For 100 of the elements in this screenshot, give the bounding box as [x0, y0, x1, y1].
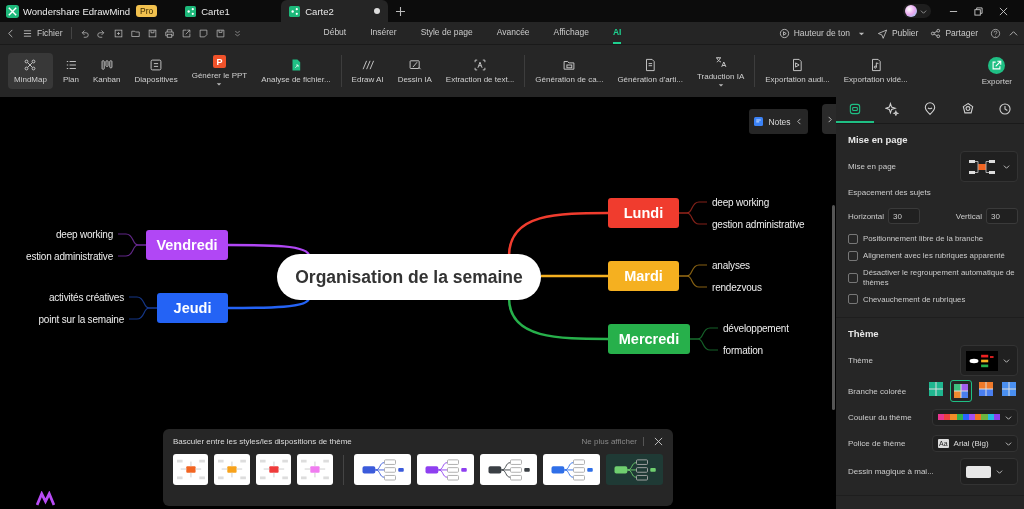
subtopic[interactable]: gestion administrative: [712, 218, 805, 230]
subtopic[interactable]: estion administrative: [26, 250, 113, 262]
branch-color-option[interactable]: [927, 380, 945, 399]
branch-color-option[interactable]: [1000, 380, 1018, 399]
ribbon-button[interactable]: MindMap: [8, 53, 53, 89]
number-field[interactable]: 30: [888, 208, 920, 224]
save-as-icon[interactable]: [215, 28, 225, 38]
ribbon-button[interactable]: Diapositives: [130, 50, 182, 92]
notes-button[interactable]: Notes: [749, 109, 808, 134]
theme-thumbnail[interactable]: [297, 454, 333, 485]
caret-icon: [1005, 439, 1012, 447]
undo-icon[interactable]: [79, 28, 89, 38]
branch-color-option[interactable]: [977, 380, 995, 399]
magic-drawing-dropdown[interactable]: [960, 458, 1018, 486]
help-icon[interactable]: [990, 27, 1001, 39]
file-menu[interactable]: Fichier: [37, 28, 63, 38]
scrollbar[interactable]: [832, 205, 835, 410]
ribbon-button[interactable]: Exportation audi...: [761, 50, 834, 92]
theme-thumbnail[interactable]: [353, 454, 411, 485]
toolbar-action[interactable]: Hauteur de ton: [793, 28, 850, 38]
ribbon-button[interactable]: P Générer le PPT: [187, 50, 252, 92]
subtopic[interactable]: point sur la semaine: [38, 313, 124, 325]
theme-thumbnail[interactable]: [416, 454, 474, 485]
print-icon[interactable]: [164, 28, 174, 38]
save-icon[interactable]: [147, 28, 157, 38]
subtopic[interactable]: deep working: [55, 228, 113, 240]
brand-logo-icon[interactable]: [36, 491, 55, 506]
branch-color-option[interactable]: [950, 380, 972, 403]
main-topic[interactable]: Lundi: [608, 198, 679, 228]
caret-icon: [920, 7, 927, 15]
send-icon[interactable]: [876, 27, 888, 39]
ribbon-button[interactable]: Plan: [58, 50, 83, 92]
ribbon-button[interactable]: Dessin IA: [393, 50, 436, 92]
close-icon[interactable]: [999, 6, 1008, 16]
toolbar-action[interactable]: Publier: [891, 28, 919, 38]
picture-frame-icon: [407, 58, 422, 72]
map-file-icon: [185, 5, 197, 17]
account-button[interactable]: [903, 4, 931, 18]
toolbar-action[interactable]: Partager: [945, 28, 978, 38]
ribbon-button[interactable]: Analyse de fichier...: [257, 50, 335, 92]
ppt-icon: P: [212, 55, 226, 68]
checkbox[interactable]: [848, 294, 858, 305]
export-button[interactable]: Exporter: [977, 50, 1016, 92]
ribbon-button[interactable]: Edraw AI: [347, 50, 388, 92]
theme-thumbnail[interactable]: [255, 454, 292, 485]
menu-tab[interactable]: Affichage: [553, 22, 589, 44]
subtopic[interactable]: développement: [723, 322, 789, 334]
subtopic[interactable]: deep working: [712, 196, 770, 208]
theme-color-dropdown[interactable]: [932, 408, 1018, 426]
export-icon[interactable]: [181, 28, 191, 38]
subtopic[interactable]: analyses: [712, 259, 750, 271]
add-tab-icon[interactable]: [396, 6, 406, 16]
sub-branch-line: [689, 338, 719, 351]
dismiss-link[interactable]: Ne plus afficher: [581, 437, 637, 446]
play-icon[interactable]: [778, 27, 790, 39]
restore-icon[interactable]: [974, 6, 983, 16]
menu-tab[interactable]: Insérer: [370, 22, 397, 44]
ribbon-button[interactable]: Génération de ca...: [531, 50, 608, 92]
folder-icon[interactable]: [130, 28, 140, 38]
checkbox[interactable]: [848, 234, 858, 244]
note-icon[interactable]: [198, 28, 208, 38]
subtopic[interactable]: activités créatives: [48, 291, 124, 303]
menu-tab[interactable]: Style de page: [420, 22, 473, 44]
document-tab[interactable]: Carte2: [281, 0, 389, 22]
grid-icon: [979, 382, 993, 397]
grid-icon: [929, 382, 943, 397]
checkbox[interactable]: [848, 251, 858, 261]
menu-tab[interactable]: Avancée: [496, 22, 530, 44]
central-topic[interactable]: Organisation de la semaine: [277, 254, 541, 300]
main-topic[interactable]: Vendredi: [146, 230, 228, 260]
share-icon[interactable]: [930, 27, 942, 39]
subtopic[interactable]: formation: [723, 344, 763, 356]
more-icon[interactable]: [232, 28, 242, 38]
new-icon[interactable]: [113, 28, 123, 38]
subtopic[interactable]: rendezvous: [712, 281, 762, 293]
ribbon-button[interactable]: Génération d'arti...: [613, 50, 687, 92]
checkbox[interactable]: [848, 272, 858, 283]
theme-dropdown[interactable]: [960, 345, 1018, 377]
theme-thumbnail[interactable]: [479, 454, 537, 485]
layout-dropdown[interactable]: [960, 151, 1018, 182]
menu-tab[interactable]: Début: [323, 22, 347, 44]
ribbon-button[interactable]: Extraction de text...: [441, 50, 519, 92]
document-tab[interactable]: Carte1: [177, 0, 274, 22]
theme-thumbnail[interactable]: [542, 454, 600, 485]
scan-icon: [473, 58, 488, 72]
ribbon-button[interactable]: Exportation vidé...: [839, 50, 912, 92]
back-icon[interactable]: [6, 28, 15, 38]
close-icon[interactable]: [654, 437, 663, 446]
main-topic[interactable]: Jeudi: [157, 293, 228, 323]
app-logo-icon: [6, 4, 19, 18]
collapse-icon[interactable]: [1009, 28, 1018, 38]
number-field[interactable]: 30: [986, 208, 1018, 224]
theme-thumbnail[interactable]: [173, 454, 209, 485]
theme-thumbnail[interactable]: [214, 454, 250, 485]
ribbon-button[interactable]: Kanban: [88, 50, 125, 92]
ribbon-button[interactable]: Traduction IA: [692, 50, 749, 92]
theme-thumbnail[interactable]: [605, 454, 663, 485]
menu-icon[interactable]: [23, 28, 32, 38]
redo-icon[interactable]: [96, 28, 106, 38]
caret-icon: [1003, 163, 1010, 170]
